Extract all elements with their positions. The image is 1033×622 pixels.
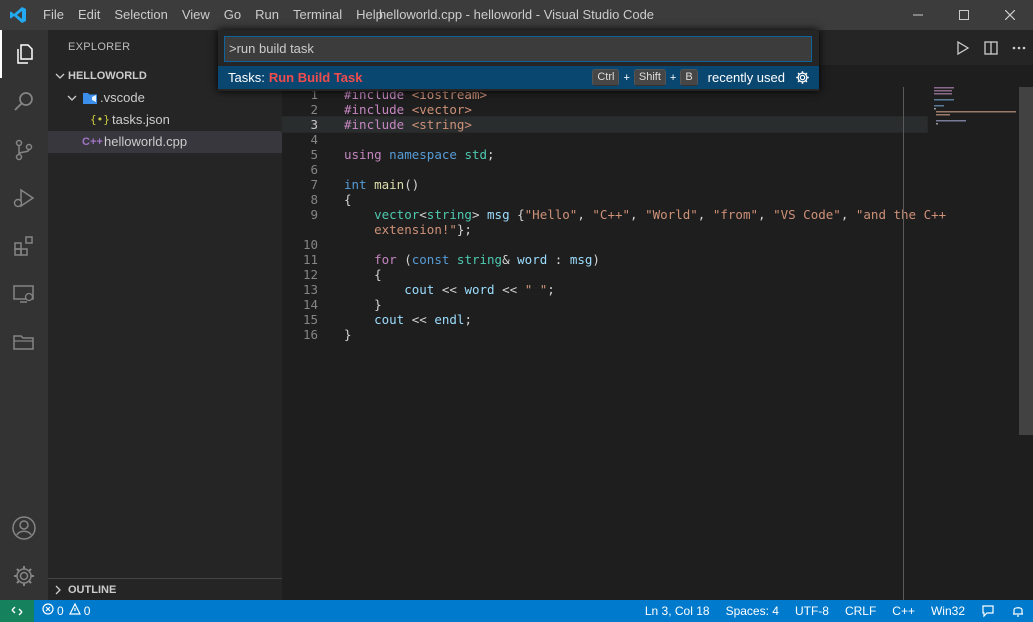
code-line: 11 for (const string& word : msg) — [302, 252, 600, 267]
close-button[interactable] — [987, 0, 1033, 30]
problems-indicator[interactable]: 0 0 — [34, 600, 98, 622]
tree-file-tasks-json[interactable]: {•} tasks.json — [48, 109, 282, 131]
explorer-icon[interactable] — [0, 30, 48, 78]
error-icon — [42, 600, 54, 622]
menu-file[interactable]: File — [36, 0, 71, 30]
more-actions-icon[interactable] — [1005, 30, 1033, 65]
search-icon[interactable] — [0, 78, 48, 126]
extensions-icon[interactable] — [0, 222, 48, 270]
command-palette: >run build task Tasks: Run Build Task Ct… — [218, 30, 819, 91]
cursor-position[interactable]: Ln 3, Col 18 — [637, 600, 718, 622]
account-icon[interactable] — [0, 504, 48, 552]
command-result-item[interactable]: Tasks: Run Build Task Ctrl + Shift + B r… — [218, 66, 819, 89]
code-line: 16} — [302, 327, 352, 342]
indentation[interactable]: Spaces: 4 — [718, 600, 787, 622]
menu-bar: File Edit Selection View Go Run Terminal… — [36, 0, 390, 30]
key-ctrl: Ctrl — [592, 69, 620, 86]
menu-help[interactable]: Help — [349, 0, 390, 30]
minimize-button[interactable] — [895, 0, 941, 30]
title-bar: File Edit Selection View Go Run Terminal… — [0, 0, 1033, 30]
keybinding: Ctrl + Shift + B — [592, 69, 698, 86]
settings-gear-icon[interactable] — [0, 552, 48, 600]
key-shift: Shift — [633, 69, 666, 86]
window-controls — [895, 0, 1033, 30]
encoding[interactable]: UTF-8 — [787, 600, 837, 622]
command-palette-input[interactable]: >run build task — [224, 36, 812, 62]
chevron-down-icon — [64, 93, 80, 103]
editor-scrollbar-thumb[interactable] — [1019, 87, 1033, 435]
remote-explorer-icon[interactable] — [0, 270, 48, 318]
notifications-bell-icon[interactable] — [1003, 600, 1033, 622]
code-line: 12 { — [302, 267, 382, 282]
menu-terminal[interactable]: Terminal — [286, 0, 349, 30]
minimap[interactable] — [932, 87, 1019, 147]
vscode-folder-icon — [80, 91, 100, 105]
key-b: B — [680, 69, 698, 86]
editor-actions — [949, 30, 1033, 65]
key-plus: + — [623, 71, 630, 84]
code-line: 6 — [310, 162, 318, 177]
outline-label: OUTLINE — [68, 583, 117, 596]
warning-icon — [68, 600, 81, 622]
menu-view[interactable]: View — [175, 0, 217, 30]
menu-go[interactable]: Go — [217, 0, 248, 30]
code-line: 9 vector<string> msg {"Hello", "C++", "W… — [310, 207, 947, 222]
file-label: helloworld.cpp — [104, 134, 188, 149]
folder-label: .vscode — [100, 90, 145, 105]
code-line: 5 using namespace std; — [310, 147, 495, 162]
end-of-line[interactable]: CRLF — [837, 600, 884, 622]
configure-task-gear-icon[interactable] — [785, 70, 819, 85]
status-bar: 0 0 Ln 3, Col 18 Spaces: 4 UTF-8 CRLF C+… — [0, 600, 1033, 622]
code-line: 14 } — [302, 297, 382, 312]
source-control-icon[interactable] — [0, 126, 48, 174]
editor-area: 1 #include <iostream> 2 #include <vector> … — [281, 30, 1033, 600]
workspace-root-label: HELLOWORLD — [68, 70, 147, 82]
maximize-button[interactable] — [941, 0, 987, 30]
key-plus: + — [669, 71, 677, 84]
explorer-sidebar: EXPLORER HELLOWORLD .vscode {•} tasks.js… — [48, 30, 282, 600]
editor-ruler — [903, 87, 904, 600]
status-right-group: Ln 3, Col 18 Spaces: 4 UTF-8 CRLF C++ Wi… — [637, 600, 1033, 622]
warning-count: 0 — [83, 604, 91, 618]
menu-selection[interactable]: Selection — [107, 0, 174, 30]
code-line: 8{ — [310, 192, 352, 207]
cpp-file-icon: C++ — [82, 136, 103, 148]
code-editor[interactable]: 1 #include <iostream> 2 #include <vector> … — [281, 87, 947, 342]
code-line: 2 #include <vector> — [310, 102, 472, 117]
code-line: 7 int main() — [310, 177, 420, 192]
chevron-right-icon — [48, 585, 68, 595]
json-file-icon: {•} — [90, 113, 110, 126]
code-line: 13 cout << word << " "; — [302, 282, 555, 297]
menu-edit[interactable]: Edit — [71, 0, 107, 30]
split-editor-icon[interactable] — [977, 30, 1005, 65]
chevron-down-icon — [52, 71, 68, 81]
run-play-icon[interactable] — [949, 30, 977, 65]
code-line: 10 — [302, 237, 318, 252]
tree-file-helloworld-cpp[interactable]: C++ helloworld.cpp — [48, 131, 282, 153]
result-prefix: Tasks: — [228, 70, 265, 85]
error-count: 0 — [57, 604, 64, 618]
run-debug-icon[interactable] — [0, 174, 48, 222]
code-line-wrapped: extension!"}; — [374, 222, 472, 237]
remote-indicator-icon[interactable] — [0, 600, 34, 622]
outline-section[interactable]: OUTLINE — [48, 578, 282, 600]
platform-config[interactable]: Win32 — [923, 600, 973, 622]
activity-bar — [0, 30, 48, 600]
folder-icon[interactable] — [0, 318, 48, 366]
code-line-current: 3 #include <string> — [281, 116, 928, 133]
recently-used-label: recently used — [707, 70, 785, 85]
language-mode[interactable]: C++ — [884, 600, 923, 622]
result-label: Run Build Task — [268, 70, 363, 85]
menu-run[interactable]: Run — [248, 0, 286, 30]
file-label: tasks.json — [112, 112, 170, 127]
code-line: 15 cout << endl; — [302, 312, 472, 327]
code-line: 4 — [310, 132, 318, 147]
feedback-icon[interactable] — [973, 600, 1003, 622]
vscode-logo-icon — [0, 0, 36, 30]
